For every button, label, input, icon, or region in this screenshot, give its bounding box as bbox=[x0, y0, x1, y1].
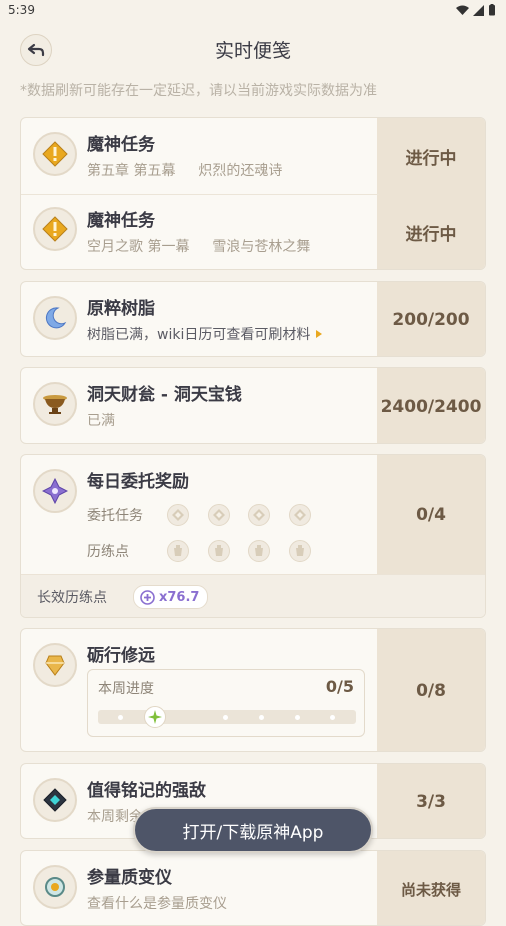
quest-row[interactable]: 魔神任务 第五章 第五幕 炽烈的还魂诗 bbox=[21, 118, 379, 194]
resin-desc: 树脂已满，wiki日历可查看可刷材料 bbox=[87, 327, 311, 343]
data-delay-notice: *数据刷新可能存在一定延迟，请以当前游戏实际数据为准 bbox=[20, 83, 377, 99]
realm-currency-card: 2400/2400 洞天财瓮 - 洞天宝钱 已满 bbox=[20, 367, 486, 444]
archon-quest-icon bbox=[33, 207, 77, 251]
quest-chapter: 第五章 第五幕 bbox=[87, 163, 176, 179]
status-time: 5:39 bbox=[8, 3, 35, 17]
long-term-points-row: 长效历练点 x76.7 bbox=[21, 574, 485, 617]
sparkle-icon bbox=[148, 710, 162, 724]
training-point-icon bbox=[174, 545, 182, 556]
commission-title: 每日委托奖励 bbox=[87, 472, 189, 492]
commission-task-slot bbox=[289, 504, 311, 526]
weekly-progress-label: 本周进度 bbox=[98, 681, 154, 697]
parametric-transformer-icon bbox=[33, 865, 77, 909]
quest-subtitle: 空月之歌 第一幕 雪浪与苍林之舞 bbox=[87, 236, 310, 256]
resin-desc-link[interactable]: 树脂已满，wiki日历可查看可刷材料 bbox=[87, 324, 323, 344]
commission-point-slot bbox=[167, 540, 189, 562]
quest-title: 魔神任务 bbox=[87, 135, 155, 155]
resin-value: 200/200 bbox=[377, 282, 485, 356]
weekly-boss-icon bbox=[33, 778, 77, 822]
commission-point-slot bbox=[208, 540, 230, 562]
wifi-icon bbox=[456, 5, 469, 15]
long-term-points-badge: x76.7 bbox=[133, 585, 209, 609]
quest-row[interactable]: 魔神任务 空月之歌 第一幕 雪浪与苍林之舞 bbox=[21, 195, 379, 269]
serenitea-pot-icon bbox=[33, 382, 77, 426]
app-bar: 实时便笺 bbox=[0, 26, 506, 74]
quest-title: 魔神任务 bbox=[87, 211, 155, 231]
transformer-value: 尚未获得 bbox=[377, 851, 485, 925]
weekly-title: 砺行修远 bbox=[87, 646, 155, 666]
commission-value: 0/4 bbox=[377, 455, 485, 574]
commission-points-label: 历练点 bbox=[87, 544, 129, 560]
battery-icon bbox=[489, 4, 495, 16]
quest-name: 雪浪与苍林之舞 bbox=[212, 239, 311, 255]
progress-current-marker bbox=[144, 706, 166, 728]
commission-icon bbox=[33, 469, 77, 513]
commission-task-slot bbox=[248, 504, 270, 526]
quest-name: 炽烈的还魂诗 bbox=[198, 163, 283, 179]
weekly-progress-box: 本周进度 0/5 bbox=[87, 669, 365, 737]
quest-chapter: 空月之歌 第一幕 bbox=[87, 239, 190, 255]
weekly-progress-track bbox=[98, 706, 356, 728]
task-diamond-icon bbox=[213, 509, 225, 521]
weekly-boss-value: 3/3 bbox=[377, 764, 485, 838]
parametric-transformer-card: 尚未获得 参量质变仪 查看什么是参量质变仪 bbox=[20, 850, 486, 926]
realm-currency-desc: 已满 bbox=[87, 413, 115, 429]
resin-title: 原粹树脂 bbox=[87, 299, 155, 319]
status-icons bbox=[456, 4, 496, 16]
commission-task-slot bbox=[167, 504, 189, 526]
quest-status-1: 进行中 bbox=[377, 118, 485, 195]
task-diamond-icon bbox=[294, 509, 306, 521]
weekly-boss-title: 值得铭记的强敌 bbox=[87, 781, 206, 801]
commission-tasks-label: 委托任务 bbox=[87, 508, 143, 524]
weekly-progress-card: 0/8 砺行修远 本周进度 0/5 bbox=[20, 628, 486, 752]
commission-point-slot bbox=[248, 540, 270, 562]
status-bar: 5:39 bbox=[0, 0, 506, 22]
weekly-value: 0/8 bbox=[377, 629, 485, 751]
long-term-points-value: x76.7 bbox=[159, 589, 200, 605]
progress-dot bbox=[118, 715, 123, 720]
realm-currency-title: 洞天财瓮 - 洞天宝钱 bbox=[87, 385, 242, 405]
caret-right-icon bbox=[315, 330, 322, 338]
quest-card: 进行中 进行中 魔神任务 第五章 第五幕 炽烈的还魂诗 魔神任务 空月之歌 第一… bbox=[20, 117, 486, 270]
progress-dot bbox=[330, 715, 335, 720]
training-point-icon bbox=[255, 545, 263, 556]
resin-card[interactable]: 200/200 原粹树脂 树脂已满，wiki日历可查看可刷材料 bbox=[20, 281, 486, 357]
page-title: 实时便笺 bbox=[214, 40, 291, 62]
progress-dot bbox=[259, 715, 264, 720]
weekly-reward-icon bbox=[33, 643, 77, 687]
realm-currency-value: 2400/2400 bbox=[377, 368, 485, 443]
long-term-points-label: 长效历练点 bbox=[37, 590, 107, 606]
training-point-icon bbox=[296, 545, 304, 556]
daily-commission-card: 0/4 每日委托奖励 委托任务 历练点 长效历练点 x76.7 bbox=[20, 454, 486, 618]
open-download-app-button[interactable]: 打开/下载原神App bbox=[133, 807, 373, 853]
training-point-icon bbox=[215, 545, 223, 556]
quest-subtitle: 第五章 第五幕 炽烈的还魂诗 bbox=[87, 160, 282, 180]
signal-icon bbox=[473, 4, 484, 16]
quest-status-2: 进行中 bbox=[377, 194, 485, 269]
plus-circle-icon bbox=[140, 589, 155, 605]
original-resin-icon bbox=[33, 296, 77, 340]
commission-point-slot bbox=[289, 540, 311, 562]
progress-dot bbox=[223, 715, 228, 720]
task-diamond-icon bbox=[253, 509, 265, 521]
archon-quest-icon bbox=[33, 132, 77, 176]
transformer-desc[interactable]: 查看什么是参量质变仪 bbox=[87, 893, 227, 913]
task-diamond-icon bbox=[172, 509, 184, 521]
weekly-progress-value: 0/5 bbox=[325, 677, 354, 696]
transformer-title: 参量质变仪 bbox=[87, 868, 172, 888]
progress-dot bbox=[295, 715, 300, 720]
commission-task-slot bbox=[208, 504, 230, 526]
